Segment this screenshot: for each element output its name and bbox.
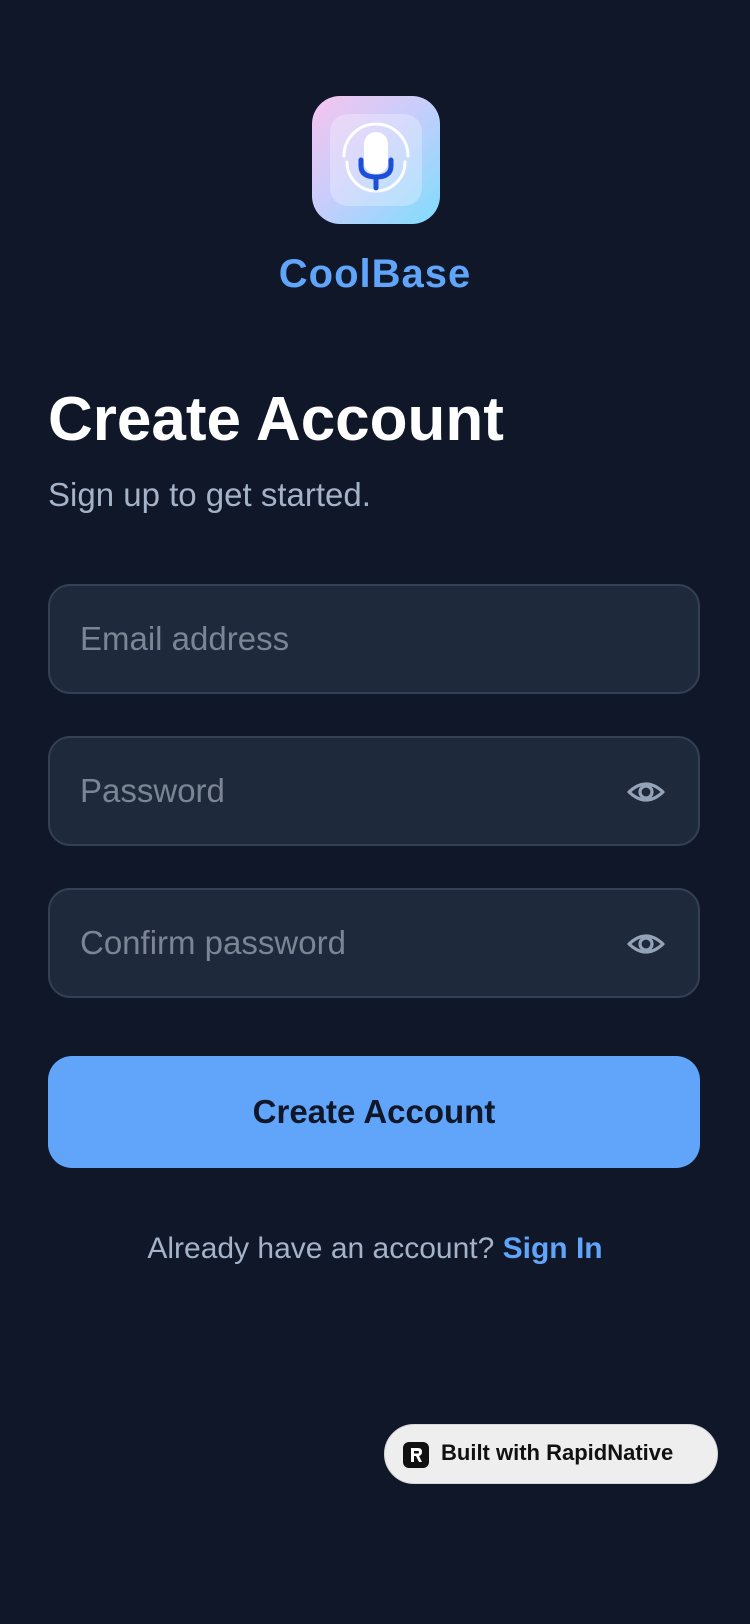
confirm-password-field[interactable]	[80, 890, 600, 996]
logo-inner-tile	[330, 114, 422, 206]
eye-icon[interactable]	[626, 924, 666, 964]
app-logo	[312, 96, 440, 224]
password-field-container	[48, 736, 700, 846]
app-name: CoolBase	[278, 252, 472, 296]
password-field[interactable]	[80, 738, 600, 844]
microphone-icon	[342, 122, 410, 193]
email-field-container	[48, 584, 700, 694]
rapidnative-logo-icon	[403, 1442, 429, 1468]
sign-in-link[interactable]: Sign In	[503, 1232, 603, 1265]
built-with-badge[interactable]: Built with RapidNative	[384, 1424, 718, 1484]
eye-icon[interactable]	[626, 772, 666, 812]
email-field[interactable]	[80, 586, 600, 692]
page-subtitle: Sign up to get started.	[48, 476, 371, 513]
create-account-button[interactable]: Create Account	[48, 1056, 700, 1168]
signin-prompt-text: Already have an account?	[147, 1232, 495, 1265]
confirm-password-field-container	[48, 888, 700, 998]
signin-prompt-row: Already have an account? Sign In	[0, 1232, 750, 1266]
page-title: Create Account	[48, 385, 504, 454]
badge-label: Built with RapidNative	[441, 1440, 674, 1465]
